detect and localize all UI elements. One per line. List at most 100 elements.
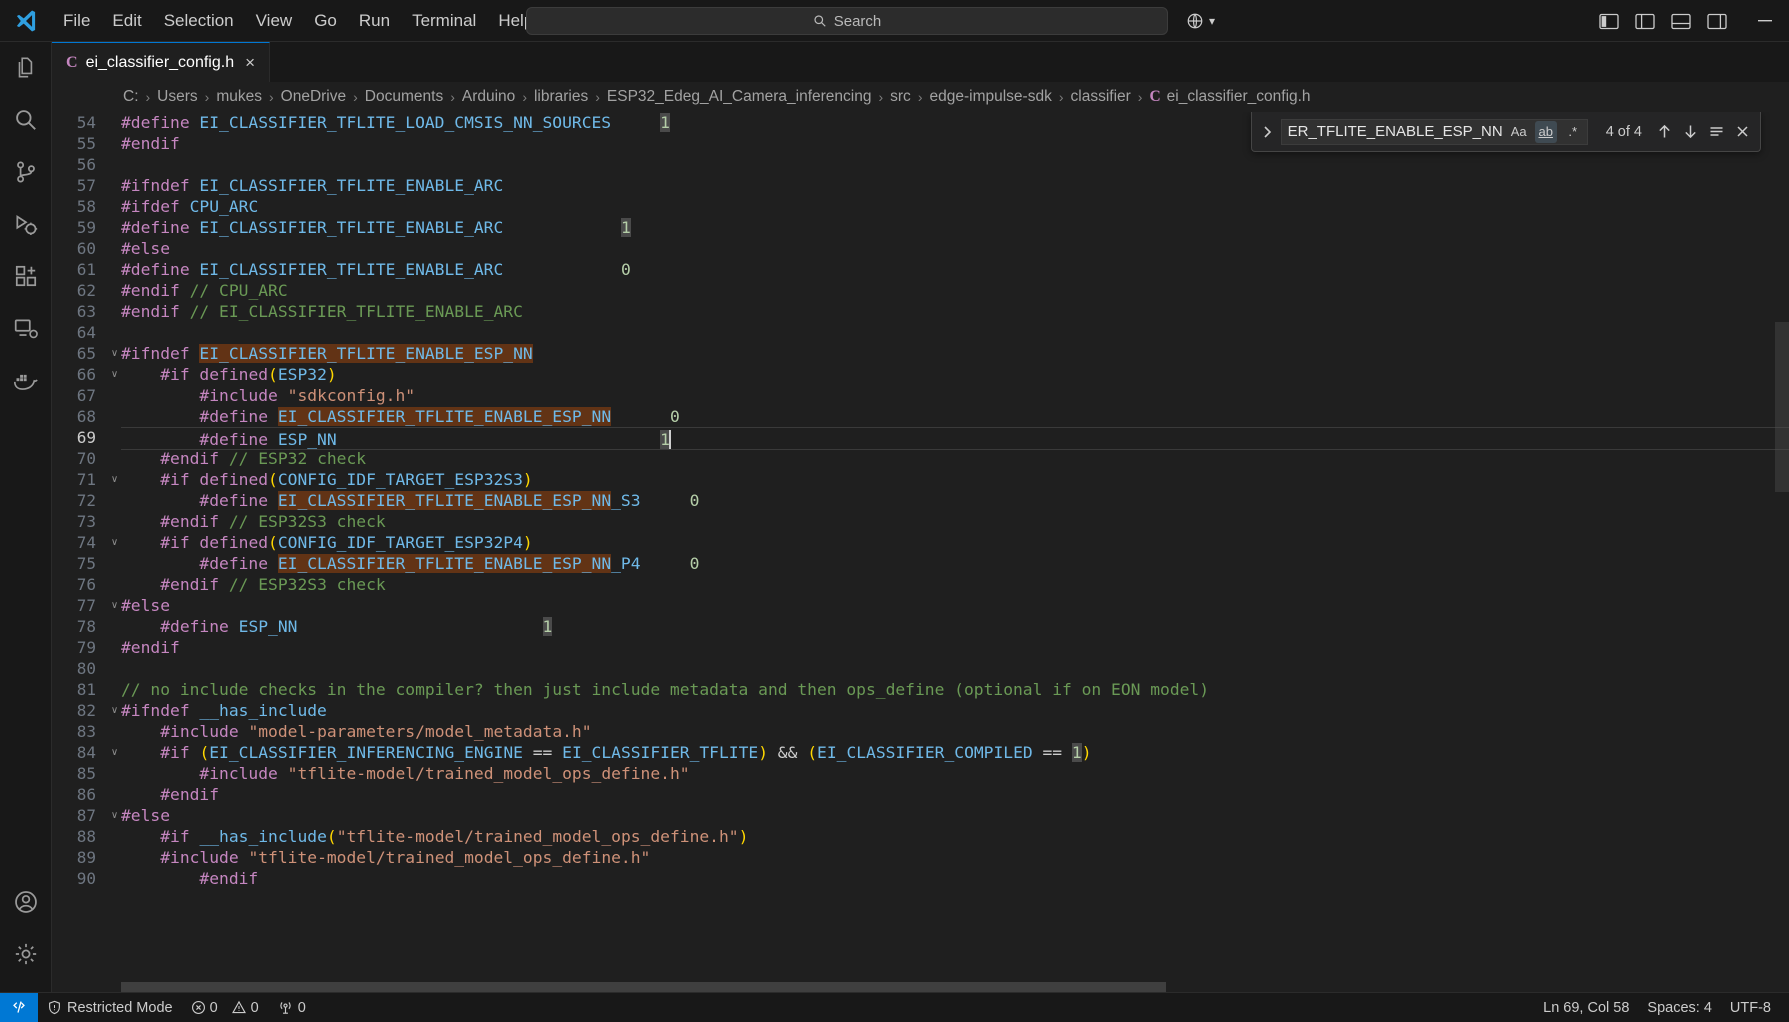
ports-button[interactable]: 0 [268, 993, 315, 1022]
code-text[interactable]: #define EI_CLASSIFIER_TFLITE_ENABLE_ARC … [121, 259, 631, 280]
encoding-button[interactable]: UTF-8 [1721, 993, 1789, 1022]
code-lines[interactable]: 54 #define EI_CLASSIFIER_TFLITE_LOAD_CMSI… [52, 112, 1789, 889]
sidebar-item-extensions[interactable] [0, 250, 52, 302]
code-text[interactable]: #include "tflite-model/trained_model_ops… [121, 763, 689, 784]
code-line[interactable]: 90 #endif [52, 868, 1789, 889]
close-find-button[interactable] [1732, 119, 1754, 145]
find-widget[interactable]: ER_TFLITE_ENABLE_ESP_NN Aa ab .* 4 of 4 [1251, 112, 1761, 152]
vertical-scrollbar-thumb[interactable] [1775, 322, 1789, 492]
code-line[interactable]: 63 #endif // EI_CLASSIFIER_TFLITE_ENABLE_… [52, 301, 1789, 322]
toggle-panel-icon[interactable] [1671, 13, 1691, 30]
window-controls[interactable] [1741, 0, 1789, 42]
problems-button[interactable]: 0 0 [182, 993, 268, 1022]
fold-chevron-down-icon[interactable]: ∨ [108, 532, 121, 553]
match-case-icon[interactable]: Aa [1508, 121, 1530, 143]
customize-layout-icon[interactable] [1707, 13, 1727, 30]
code-line[interactable]: 89 #include "tflite-model/trained_model_… [52, 847, 1789, 868]
code-line[interactable]: 59 #define EI_CLASSIFIER_TFLITE_ENABLE_AR… [52, 217, 1789, 238]
code-line[interactable]: 60 #else [52, 238, 1789, 259]
menu-go[interactable]: Go [303, 0, 348, 41]
activity-bar[interactable] [0, 42, 52, 992]
breadcrumb-item-onedrive[interactable]: OneDrive [279, 88, 348, 106]
fold-chevron-down-icon[interactable]: ∨ [108, 700, 121, 721]
fold-chevron-down-icon[interactable]: ∨ [108, 595, 121, 616]
breadcrumb-item-file[interactable]: Cei_classifier_config.h [1147, 88, 1312, 106]
code-line[interactable]: 70 #endif // ESP32 check [52, 448, 1789, 469]
breadcrumb-item-arduino[interactable]: Arduino [460, 88, 517, 106]
code-line[interactable]: 71 ∨ #if defined(CONFIG_IDF_TARGET_ESP32S… [52, 469, 1789, 490]
code-line[interactable]: 81 // no include checks in the compiler? … [52, 679, 1789, 700]
breadcrumb[interactable]: C: › Users › mukes › OneDrive › Document… [52, 82, 1789, 112]
sidebar-item-remote-explorer[interactable] [0, 302, 52, 354]
fold-chevron-down-icon[interactable]: ∨ [108, 805, 121, 826]
code-line[interactable]: 72 #define EI_CLASSIFIER_TFLITE_ENABLE_E… [52, 490, 1789, 511]
code-line[interactable]: 78 #define ESP_NN 1 [52, 616, 1789, 637]
code-line[interactable]: 79 #endif [52, 637, 1789, 658]
code-line[interactable]: 77 ∨ #else [52, 595, 1789, 616]
sidebar-item-run-and-debug[interactable] [0, 198, 52, 250]
code-line[interactable]: 69 #define ESP_NN 1 [52, 426, 1789, 450]
code-text[interactable]: #else [121, 595, 170, 616]
find-input[interactable]: ER_TFLITE_ENABLE_ESP_NN Aa ab .* [1280, 118, 1588, 145]
menu-edit[interactable]: Edit [101, 0, 152, 41]
code-text[interactable]: #if __has_include("tflite-model/trained_… [121, 826, 748, 847]
code-line[interactable]: 65 ∨ #ifndef EI_CLASSIFIER_TFLITE_ENABLE_E… [52, 343, 1789, 364]
status-bar[interactable]: Restricted Mode 0 0 0 Ln 69, Col 58 Spac… [0, 992, 1789, 1022]
menu-file[interactable]: File [52, 0, 101, 41]
tab-ei-classifier-config-h[interactable]: C ei_classifier_config.h × [52, 42, 271, 82]
breadcrumb-item-mukes[interactable]: mukes [214, 88, 264, 106]
code-text[interactable]: #define ESP_NN 1 [121, 616, 553, 637]
next-match-button[interactable] [1680, 119, 1702, 145]
code-text[interactable]: #endif // ESP32 check [121, 448, 366, 469]
breadcrumb-item-drive[interactable]: C: [121, 88, 141, 106]
remote-host-button[interactable] [0, 992, 38, 1022]
code-text[interactable]: #if defined(ESP32) [121, 364, 336, 385]
code-text[interactable]: #endif // ESP32S3 check [121, 511, 385, 532]
code-text[interactable]: #else [121, 805, 170, 826]
menu-selection[interactable]: Selection [153, 0, 245, 41]
code-text[interactable]: #ifndef EI_CLASSIFIER_TFLITE_ENABLE_ESP_… [121, 343, 533, 364]
layout-buttons[interactable] [1599, 0, 1727, 42]
menu-view[interactable]: View [245, 0, 304, 41]
code-text[interactable]: #define EI_CLASSIFIER_TFLITE_ENABLE_ARC … [121, 217, 631, 238]
code-text[interactable]: #endif [121, 784, 219, 805]
code-text[interactable]: #endif [121, 133, 180, 154]
breadcrumb-item-edge-impulse-sdk[interactable]: edge-impulse-sdk [927, 88, 1053, 106]
menu-terminal[interactable]: Terminal [401, 0, 487, 41]
code-line[interactable]: 68 #define EI_CLASSIFIER_TFLITE_ENABLE_E… [52, 406, 1789, 427]
code-text[interactable]: #ifndef __has_include [121, 700, 327, 721]
code-line[interactable]: 66 ∨ #if defined(ESP32) [52, 364, 1789, 385]
close-icon[interactable]: × [242, 54, 258, 71]
breadcrumb-item-classifier[interactable]: classifier [1069, 88, 1133, 106]
code-editor[interactable]: 54 #define EI_CLASSIFIER_TFLITE_LOAD_CMSI… [52, 112, 1789, 992]
whole-word-icon[interactable]: ab [1534, 120, 1557, 143]
code-text[interactable]: #define EI_CLASSIFIER_TFLITE_ENABLE_ESP_… [121, 553, 699, 574]
code-line[interactable]: 73 #endif // ESP32S3 check [52, 511, 1789, 532]
use-regex-icon[interactable]: .* [1562, 121, 1584, 143]
previous-match-button[interactable] [1654, 119, 1676, 145]
fold-chevron-down-icon[interactable]: ∨ [108, 364, 121, 385]
code-line[interactable]: 87 ∨ #else [52, 805, 1789, 826]
code-text[interactable]: #if (EI_CLASSIFIER_INFERENCING_ENGINE ==… [121, 742, 1092, 763]
remote-indicator[interactable]: ▾ [1180, 6, 1220, 36]
code-text[interactable]: #define EI_CLASSIFIER_TFLITE_ENABLE_ESP_… [121, 406, 680, 427]
code-text[interactable]: #ifdef CPU_ARC [121, 196, 258, 217]
indentation-button[interactable]: Spaces: 4 [1638, 993, 1721, 1022]
manage-settings-button[interactable] [0, 928, 52, 980]
editor-tabs[interactable]: C ei_classifier_config.h × [52, 42, 1789, 82]
code-text[interactable]: #define ESP_NN 1 [121, 426, 671, 450]
breadcrumb-item-documents[interactable]: Documents [363, 88, 445, 106]
vertical-scrollbar[interactable] [1775, 112, 1789, 992]
code-line[interactable]: 86 #endif [52, 784, 1789, 805]
code-text[interactable]: #endif [121, 868, 258, 889]
menu-bar[interactable]: File Edit Selection View Go Run Terminal… [52, 0, 544, 41]
code-line[interactable]: 83 #include "model-parameters/model_meta… [52, 721, 1789, 742]
fold-chevron-down-icon[interactable]: ∨ [108, 742, 121, 763]
horizontal-scrollbar-thumb[interactable] [121, 982, 1166, 992]
code-line[interactable]: 85 #include "tflite-model/trained_model_… [52, 763, 1789, 784]
code-line[interactable]: 74 ∨ #if defined(CONFIG_IDF_TARGET_ESP32P… [52, 532, 1789, 553]
toggle-secondary-sidebar-icon[interactable] [1635, 13, 1655, 30]
code-text[interactable]: #define EI_CLASSIFIER_TFLITE_ENABLE_ESP_… [121, 490, 699, 511]
sidebar-item-source-control[interactable] [0, 146, 52, 198]
code-text[interactable]: #endif // ESP32S3 check [121, 574, 385, 595]
